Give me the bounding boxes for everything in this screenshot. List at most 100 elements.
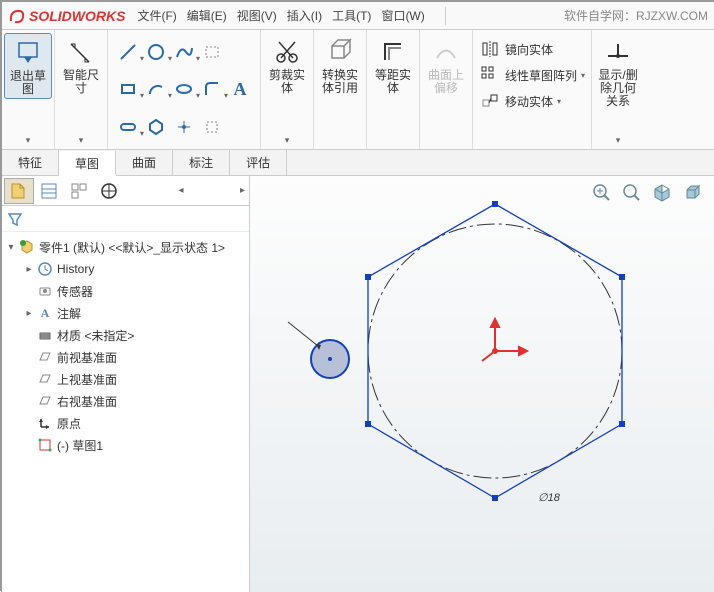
ribbon: 退出草 图 ▾ 智能尺 寸 ▾ ▾ ▾ ▾ ▾ ▾ ▾ ▾ A (2, 30, 714, 150)
expand-icon[interactable]: ▾ (4, 242, 18, 253)
panel-nav-prev[interactable]: ◂ (176, 185, 185, 196)
smart-dim-label: 智能尺 寸 (63, 69, 99, 95)
trim-label: 剪裁实 体 (269, 69, 305, 95)
menu-edit[interactable]: 编辑(E) (187, 7, 227, 24)
tree-sketch1[interactable]: (-) 草图1 (4, 434, 247, 456)
linear-pattern-label: 线性草图阵列 (505, 67, 577, 84)
tree-history-label: History (57, 262, 94, 276)
dimension-label[interactable]: ∅18 (538, 491, 560, 504)
mirror-label: 镜向实体 (505, 41, 553, 58)
filter-icon[interactable] (6, 210, 24, 228)
feature-manager-tab[interactable] (4, 178, 34, 204)
dropdown-icon[interactable]: ▾ (26, 135, 31, 146)
linear-pattern-button[interactable]: 线性草图阵列▾ (479, 62, 585, 88)
convert-button[interactable]: 转换实 体引用 (316, 33, 364, 97)
ribbon-tabs: 特征 草图 曲面 标注 评估 (2, 150, 714, 176)
circle-icon (146, 42, 166, 62)
panel-toolbar: ◂ ▸ (2, 176, 249, 206)
show-hide-button[interactable]: 显示/删 除几何 关系 (594, 33, 642, 110)
plane-icon (36, 348, 54, 366)
text-tool[interactable]: A (227, 76, 253, 102)
point-tool[interactable] (171, 114, 197, 140)
polygon-tool[interactable] (143, 114, 169, 140)
tree-origin[interactable]: 原点 (4, 412, 247, 434)
fillet-tool[interactable]: ▾ (199, 76, 225, 102)
mirror-button[interactable]: 镜向实体 (479, 36, 585, 62)
rect-dashed-tool[interactable] (199, 39, 225, 65)
expand-icon[interactable]: ▸ (22, 308, 36, 319)
tree-sensors[interactable]: 传感器 (4, 280, 247, 302)
exit-sketch-icon (13, 38, 43, 68)
circle-tool[interactable]: ▾ (143, 39, 169, 65)
work-area: ◂ ▸ ▾ 零件1 (默认) <<默认>_显示状态 1> ▸ History 传… (2, 176, 714, 592)
move-button[interactable]: 移动实体▾ (479, 88, 585, 114)
dashed-square-icon (202, 117, 222, 137)
tab-annotate[interactable]: 标注 (173, 150, 230, 175)
tree-front-plane[interactable]: 前视基准面 (4, 346, 247, 368)
menu-items: 文件(F) 编辑(E) 视图(V) 插入(I) 工具(T) 窗口(W) (137, 7, 434, 24)
ribbon-group-curve-surface: 曲面上 偏移 (420, 30, 473, 149)
tree-history[interactable]: ▸ History (4, 258, 247, 280)
smart-dim-icon (66, 37, 96, 67)
arc-icon (146, 79, 166, 99)
exit-sketch-button[interactable]: 退出草 图 (4, 33, 52, 99)
line-icon (118, 42, 138, 62)
dropdown-icon[interactable]: ▾ (285, 135, 290, 146)
dropdown-icon[interactable]: ▾ (79, 135, 84, 146)
tree-root[interactable]: ▾ 零件1 (默认) <<默认>_显示状态 1> (4, 236, 247, 258)
tab-sketch[interactable]: 草图 (59, 151, 116, 176)
app-logo: SOLIDWORKS (8, 7, 125, 25)
slot-tool[interactable]: ▾ (115, 114, 141, 140)
tree-material[interactable]: 材质 <未指定> (4, 324, 247, 346)
rect-tool[interactable]: ▾ (115, 76, 141, 102)
menu-view[interactable]: 视图(V) (237, 7, 277, 24)
point-icon (174, 117, 194, 137)
tab-feature[interactable]: 特征 (2, 150, 59, 175)
offset-button[interactable]: 等距实 体 (369, 33, 417, 97)
slot-icon (118, 117, 138, 137)
smart-dim-button[interactable]: 智能尺 寸 (57, 33, 105, 97)
config-manager-tab[interactable] (64, 178, 94, 204)
material-icon (36, 326, 54, 344)
tab-surface[interactable]: 曲面 (116, 150, 173, 175)
offset-label: 等距实 体 (375, 69, 411, 95)
plane-icon (36, 392, 54, 410)
dimxpert-icon (99, 181, 119, 201)
origin-icon (36, 414, 54, 432)
menu-insert[interactable]: 插入(I) (287, 7, 322, 24)
show-hide-label: 显示/删 除几何 关系 (598, 69, 637, 108)
curve-surface-label: 曲面上 偏移 (428, 69, 464, 95)
expand-icon[interactable]: ▸ (22, 264, 36, 275)
arc-tool[interactable]: ▾ (143, 76, 169, 102)
sketch-canvas[interactable]: ∅18 (250, 176, 714, 592)
panel-nav-next[interactable]: ▸ (238, 185, 247, 196)
curve-surface-icon (431, 37, 461, 67)
tab-evaluate[interactable]: 评估 (230, 150, 287, 175)
dimxpert-tab[interactable] (94, 178, 124, 204)
dropdown-icon[interactable]: ▾ (616, 135, 621, 146)
ellipse-tool[interactable]: ▾ (171, 76, 197, 102)
sketch-tools-grid: ▾ ▾ ▾ ▾ ▾ ▾ ▾ A ▾ (110, 33, 258, 146)
annotations-icon: A (36, 304, 54, 322)
offset-icon (378, 37, 408, 67)
tree-annotations[interactable]: ▸ A 注解 (4, 302, 247, 324)
tree-front-plane-label: 前视基准面 (57, 349, 117, 366)
menu-file[interactable]: 文件(F) (137, 7, 176, 24)
trim-button[interactable]: 剪裁实 体 (263, 33, 311, 97)
sketch-drawing (250, 176, 714, 592)
fillet-icon (202, 79, 222, 99)
spline-tool[interactable]: ▾ (171, 39, 197, 65)
exit-sketch-label: 退出草 图 (10, 70, 46, 96)
menu-tools[interactable]: 工具(T) (332, 7, 371, 24)
tree-origin-label: 原点 (57, 415, 81, 432)
property-manager-tab[interactable] (34, 178, 64, 204)
watermark-text: 软件自学网：RJZXW.COM (564, 7, 708, 24)
ribbon-group-trim: 剪裁实 体 ▾ (261, 30, 314, 149)
dashed-square-tool[interactable] (199, 114, 225, 140)
menu-window[interactable]: 窗口(W) (381, 7, 424, 24)
curve-surface-button[interactable]: 曲面上 偏移 (422, 33, 470, 97)
feature-tree: ▾ 零件1 (默认) <<默认>_显示状态 1> ▸ History 传感器 ▸… (2, 232, 249, 592)
line-tool[interactable]: ▾ (115, 39, 141, 65)
tree-top-plane[interactable]: 上视基准面 (4, 368, 247, 390)
tree-right-plane[interactable]: 右视基准面 (4, 390, 247, 412)
